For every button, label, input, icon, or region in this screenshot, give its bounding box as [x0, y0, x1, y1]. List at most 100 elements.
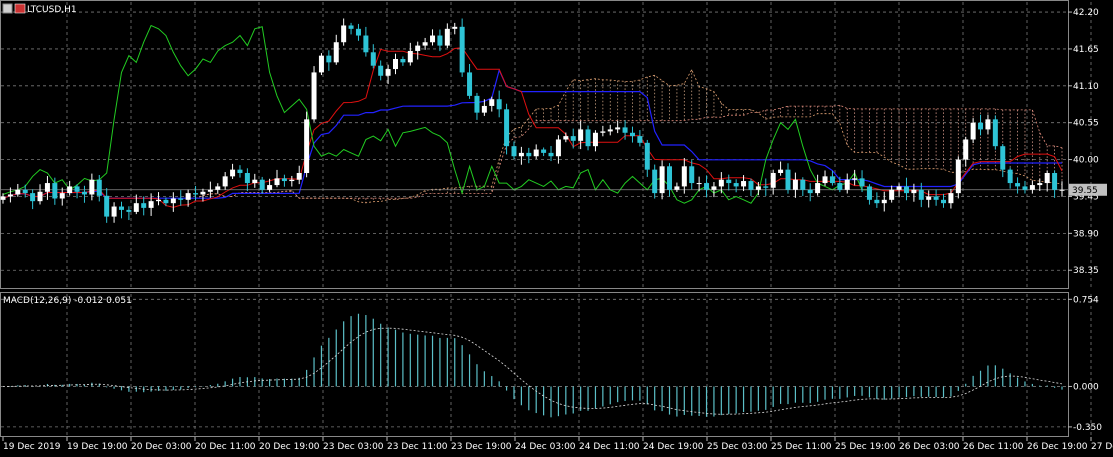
- candle-body: [230, 169, 236, 177]
- candle: [244, 168, 250, 192]
- candle: [963, 136, 969, 167]
- time-tick-label: 27 Dec 03:00: [1091, 442, 1113, 452]
- candle: [985, 114, 991, 135]
- candle-body: [629, 132, 635, 137]
- candle-body: [704, 183, 710, 190]
- macd-axis: 0.754 0.000 -0.350: [1068, 295, 1102, 433]
- candle: [341, 18, 347, 46]
- candle-body: [30, 193, 36, 202]
- candle-body: [800, 179, 806, 190]
- candle-body: [22, 189, 28, 194]
- time-tick-label: 23 Dec 19:00: [451, 442, 512, 452]
- candle-body: [504, 109, 510, 147]
- candle-body: [881, 199, 887, 204]
- candle-body: [407, 50, 413, 63]
- candle: [674, 182, 680, 192]
- candle-body: [444, 28, 450, 46]
- candle-body: [118, 206, 124, 210]
- candle-body: [963, 139, 969, 160]
- candle: [844, 173, 850, 194]
- candle-body: [15, 189, 21, 195]
- candle-body: [111, 206, 117, 217]
- candle-body: [392, 59, 398, 70]
- candle-body: [792, 179, 798, 190]
- candle-body: [852, 178, 858, 180]
- candle-body: [1015, 183, 1021, 187]
- candle-body: [385, 69, 391, 76]
- candle-body: [104, 195, 110, 217]
- candle-body: [903, 186, 909, 194]
- candle: [400, 56, 406, 66]
- price-tick-label: 41.65: [1073, 45, 1099, 55]
- time-tick-label: 23 Dec 11:00: [387, 442, 448, 452]
- candle-body: [600, 131, 606, 133]
- candle-body: [496, 99, 502, 110]
- candle-body: [52, 183, 58, 199]
- candle-body: [1037, 183, 1043, 186]
- candle-body: [81, 191, 87, 195]
- candle: [518, 146, 524, 165]
- candle-body: [67, 186, 73, 194]
- candle: [748, 178, 754, 197]
- candle: [815, 174, 821, 196]
- candle-body: [489, 99, 495, 106]
- candle-body: [933, 196, 939, 200]
- macd-tick-label: 0.000: [1073, 382, 1099, 392]
- kijun-sen: [2, 68, 1062, 199]
- price-axis: 42.2041.6541.1040.5540.0039.4538.9038.35…: [1068, 8, 1107, 276]
- candle: [496, 90, 502, 118]
- time-tick-label: 19 Dec 2019: [3, 442, 61, 452]
- candle: [222, 172, 228, 190]
- candle: [296, 165, 302, 185]
- macd-grid: [1, 294, 1092, 435]
- candle: [1059, 181, 1065, 197]
- candle-body: [659, 166, 665, 194]
- candle: [348, 22, 354, 35]
- candle-body: [829, 176, 835, 184]
- candle-body: [718, 179, 724, 187]
- candle: [215, 183, 221, 194]
- candle-body: [281, 178, 287, 182]
- candle-body: [237, 169, 243, 173]
- candle: [948, 189, 954, 209]
- candle: [59, 187, 65, 206]
- candle-body: [622, 127, 628, 133]
- candle-body: [259, 179, 265, 190]
- candle-body: [156, 199, 162, 202]
- candle: [866, 184, 872, 205]
- candle-body: [7, 194, 13, 197]
- candle: [22, 184, 28, 198]
- candle: [407, 42, 413, 66]
- candle: [422, 37, 428, 50]
- candle-body: [274, 178, 280, 186]
- candle: [792, 172, 798, 198]
- time-tick-label: 26 Dec 19:00: [1027, 442, 1088, 452]
- candle-body: [326, 55, 332, 63]
- candle-body: [578, 129, 584, 141]
- macd-panel: 0.754 0.000 -0.350 MACD(12,26,9) -0.012 0.…: [0, 292, 1102, 437]
- candle: [230, 163, 236, 179]
- time-axis: 19 Dec 2019 19 Dec 19:00 20 Dec 03:00 20 De…: [2, 437, 1113, 452]
- candle: [881, 191, 887, 212]
- candle-body: [585, 129, 591, 147]
- candle-body: [0, 196, 6, 200]
- candle: [1015, 177, 1021, 194]
- candle: [970, 118, 976, 143]
- candle: [689, 160, 695, 190]
- ichimoku-lines: [1, 24, 1068, 208]
- candle-body: [607, 129, 613, 132]
- time-tick-label: 25 Dec 19:00: [835, 442, 896, 452]
- candle-body: [926, 196, 932, 200]
- candle: [37, 184, 43, 205]
- candle-body: [422, 42, 428, 46]
- chart-menu-icon[interactable]: [2, 3, 13, 14]
- candle-body: [733, 183, 739, 187]
- candle: [363, 26, 369, 57]
- candle-body: [207, 189, 213, 192]
- candle-body: [459, 26, 465, 73]
- candle: [859, 170, 865, 193]
- time-tick-label: 20 Dec 11:00: [195, 442, 256, 452]
- candle-body: [866, 186, 872, 200]
- candle: [903, 177, 909, 201]
- candle-body: [1029, 185, 1035, 190]
